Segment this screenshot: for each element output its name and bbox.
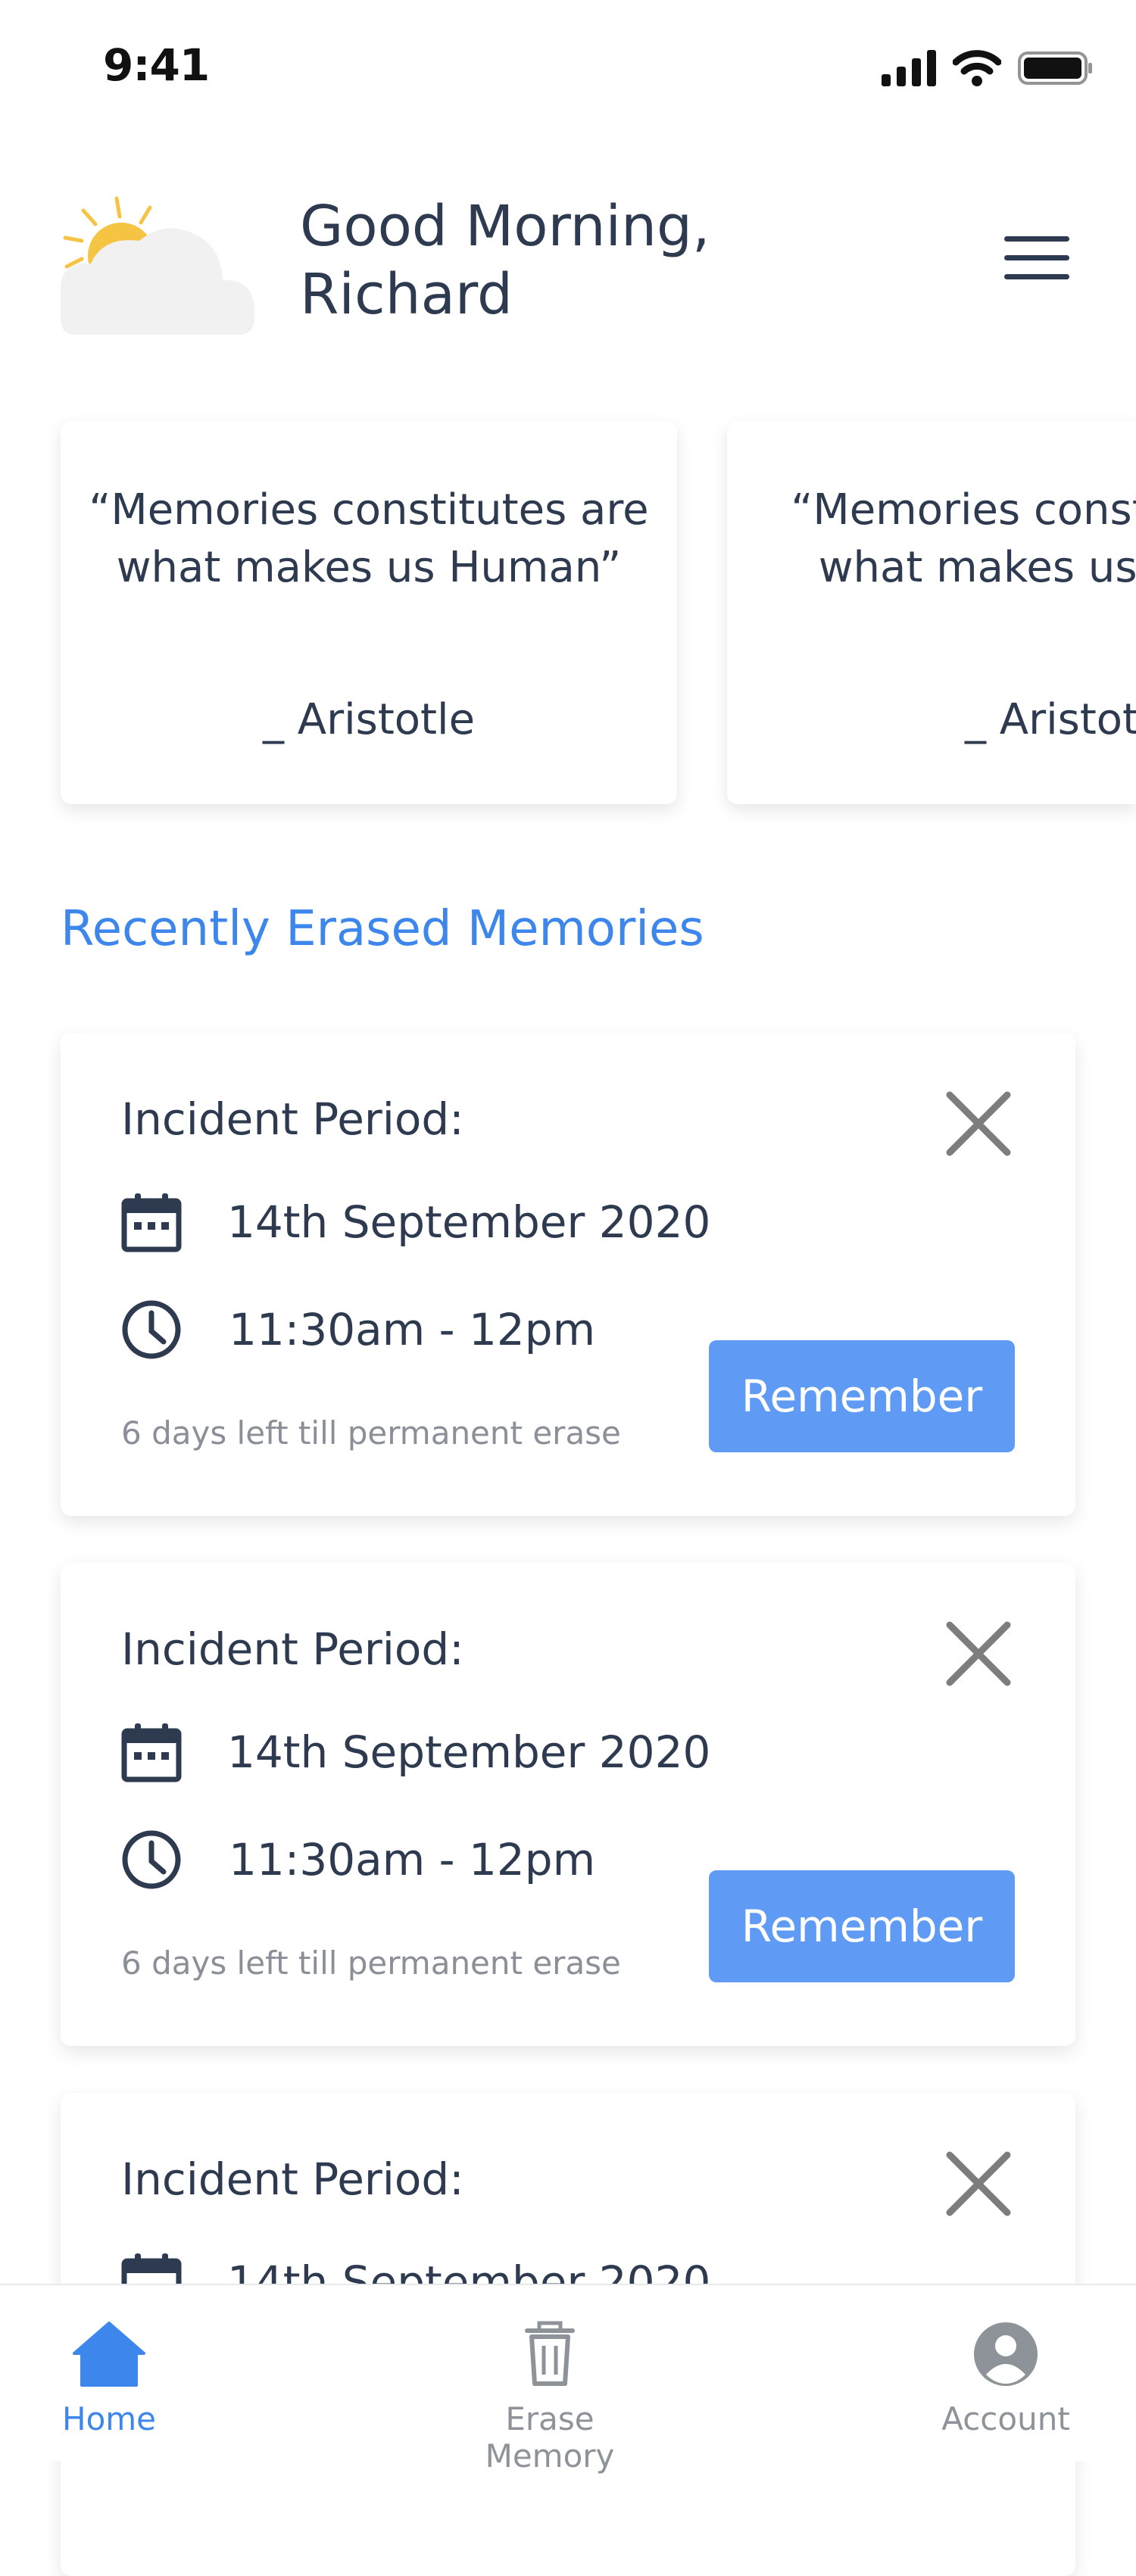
erase-countdown-note: 6 days left till permanent erase — [121, 1944, 621, 1982]
status-time: 9:41 — [103, 39, 210, 91]
remember-button[interactable]: Remember — [709, 1870, 1015, 1982]
tab-account[interactable]: Account — [892, 2320, 1119, 2437]
tab-label: Erase Memory — [485, 2400, 615, 2475]
wifi-icon — [953, 50, 1001, 86]
menu-line — [1004, 274, 1069, 279]
erase-countdown-note: 6 days left till permanent erase — [121, 1414, 621, 1452]
menu-line — [1004, 236, 1069, 242]
greeting-title: Good Morning, Richard — [300, 194, 710, 327]
date-row: 14th September 2020 — [121, 1192, 710, 1252]
hamburger-menu-button[interactable] — [1004, 236, 1069, 285]
incident-period-label: Incident Period: — [121, 2153, 464, 2205]
trash-icon — [525, 2321, 575, 2386]
home-icon — [73, 2322, 145, 2387]
quote-author: _ Aristotle — [964, 695, 1136, 744]
incident-period-label: Incident Period: — [121, 1093, 464, 1145]
close-icon[interactable] — [945, 1090, 1012, 1157]
tab-label: Account — [941, 2400, 1070, 2437]
section-title: Recently Erased Memories — [61, 901, 704, 957]
incident-period-label: Incident Period: — [121, 1623, 464, 1675]
bottom-tab-bar: Home Erase Memory Account — [0, 2284, 1136, 2475]
date-row: 14th September 2020 — [121, 1722, 710, 1782]
close-icon[interactable] — [945, 2150, 1012, 2217]
calendar-icon — [121, 1723, 182, 1782]
quote-text: “Memories constitutes are what makes us … — [791, 485, 1136, 592]
menu-line — [1004, 255, 1069, 260]
sun-cloud-icon — [61, 196, 254, 335]
signal-icon — [882, 50, 936, 86]
clock-icon — [122, 1830, 181, 1889]
tab-label: Home — [61, 2400, 157, 2437]
battery-icon — [1018, 51, 1092, 85]
incident-time: 11:30am - 12pm — [229, 1834, 596, 1885]
quote-card[interactable]: “Memories constitutes are what makes us … — [727, 421, 1136, 804]
user-icon — [974, 2322, 1038, 2386]
quote-card[interactable]: “Memories constitutes are what makes us … — [61, 421, 677, 804]
status-icons — [882, 50, 1094, 86]
memory-card: Incident Period: 14th September 2020 11:… — [61, 1033, 1075, 1516]
calendar-icon — [121, 1193, 182, 1252]
time-row: 11:30am - 12pm — [121, 1299, 595, 1360]
memory-card: Incident Period: 14th September 2020 11:… — [61, 1563, 1075, 2046]
clock-icon — [122, 1300, 181, 1359]
tab-erase-memory[interactable]: Erase Memory — [436, 2320, 663, 2475]
quote-text: “Memories constitutes are what makes us … — [89, 485, 649, 592]
incident-date: 14th September 2020 — [227, 1196, 711, 1248]
time-row: 11:30am - 12pm — [121, 1829, 595, 1890]
remember-button[interactable]: Remember — [709, 1340, 1015, 1452]
quote-author: _ Aristotle — [262, 695, 476, 744]
incident-time: 11:30am - 12pm — [229, 1304, 596, 1355]
tab-home[interactable]: Home — [0, 2320, 223, 2437]
close-icon[interactable] — [945, 1620, 1012, 1687]
status-bar: 9:41 — [0, 0, 1136, 136]
incident-date: 14th September 2020 — [227, 1726, 711, 1778]
